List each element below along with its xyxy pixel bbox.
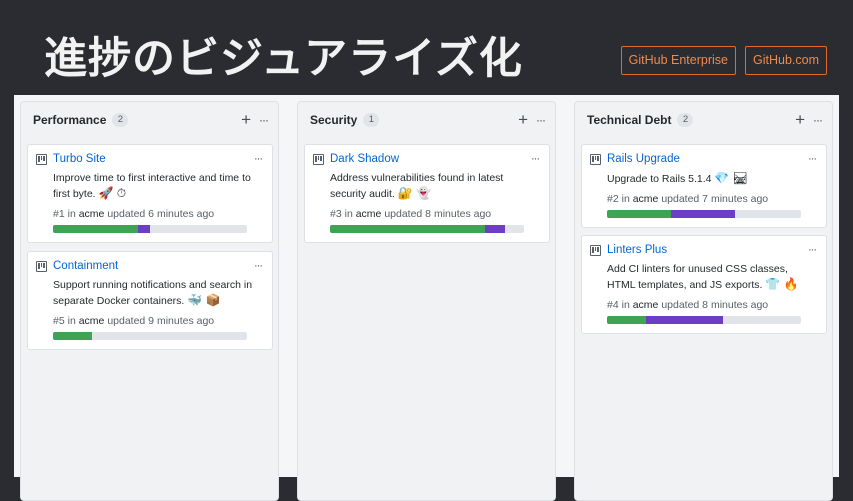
card-count-badge: 1: [363, 112, 380, 127]
column-performance: Performance 2 + ··· Turbo Site ··· Impro…: [20, 101, 279, 501]
plus-icon[interactable]: +: [241, 111, 251, 128]
card-more-icon[interactable]: ···: [254, 260, 263, 272]
slide-title: 進捗のビジュアライズ化: [44, 34, 523, 84]
progress-done: [53, 332, 92, 340]
emoji-rocket-stopwatch: 🚀 ⏱: [98, 186, 127, 200]
tag-github-com: GitHub.com: [745, 46, 827, 75]
progress-bar: [53, 225, 247, 233]
progress-in-progress: [671, 210, 736, 218]
project-icon: [313, 153, 324, 165]
column-header: Security 1 + ···: [298, 102, 555, 137]
project-icon: [36, 260, 47, 272]
card-meta: #3 in acme updated 8 minutes ago: [330, 208, 492, 220]
column-header: Performance 2 + ···: [21, 102, 278, 137]
repo-link[interactable]: acme: [79, 315, 105, 327]
column-technical-debt: Technical Debt 2 + ··· Rails Upgrade ···…: [574, 101, 833, 501]
card-title-link[interactable]: Containment: [53, 260, 254, 272]
column-title: Performance: [33, 112, 107, 127]
progress-in-progress: [138, 225, 150, 233]
card-count-badge: 2: [112, 112, 129, 127]
card-more-icon[interactable]: ···: [254, 153, 263, 165]
progress-in-progress: [485, 225, 505, 233]
progress-done: [607, 316, 646, 324]
card-title-link[interactable]: Rails Upgrade: [607, 153, 808, 165]
emoji-lock-ghost: 🔐 👻: [397, 186, 431, 200]
card-meta: #2 in acme updated 7 minutes ago: [607, 193, 769, 205]
card-more-icon[interactable]: ···: [531, 153, 540, 165]
progress-in-progress: [645, 316, 724, 324]
progress-bar: [607, 316, 801, 324]
product-tags: GitHub Enterprise GitHub.com: [620, 46, 827, 75]
card-description: Improve time to first interactive and ti…: [53, 172, 251, 200]
more-icon[interactable]: ···: [813, 113, 823, 127]
progress-done: [53, 225, 139, 233]
progress-done: [607, 210, 672, 218]
progress-bar: [53, 332, 247, 340]
emoji-gem-railway: 💎 🛤: [714, 171, 748, 185]
repo-link[interactable]: acme: [633, 193, 659, 205]
progress-done: [330, 225, 486, 233]
more-icon[interactable]: ···: [259, 113, 269, 127]
card-description: Address vulnerabilities found in latest …: [330, 172, 504, 200]
card-title-link[interactable]: Dark Shadow: [330, 153, 531, 165]
card-description: Upgrade to Rails 5.1.4 💎 🛤: [607, 171, 748, 185]
tag-github-enterprise: GitHub Enterprise: [620, 46, 736, 75]
project-icon: [590, 153, 601, 165]
card-meta: #5 in acme updated 9 minutes ago: [53, 315, 215, 327]
column-header: Technical Debt 2 + ···: [575, 102, 832, 137]
project-icon: [590, 244, 601, 256]
project-icon: [36, 153, 47, 165]
repo-link[interactable]: acme: [633, 299, 659, 311]
progress-bar: [330, 225, 524, 233]
emoji-shirt-fire: 👕 🔥: [765, 277, 799, 291]
column-security: Security 1 + ··· Dark Shadow ··· Address…: [297, 101, 556, 501]
card-count-badge: 2: [677, 112, 694, 127]
column-title: Security: [310, 112, 358, 127]
repo-link[interactable]: acme: [79, 208, 105, 220]
card-description: Support running notifications and search…: [53, 279, 253, 307]
progress-bar: [607, 210, 801, 218]
project-board: Performance 2 + ··· Turbo Site ··· Impro…: [14, 95, 839, 501]
card-containment[interactable]: Containment ··· Support running notifica…: [27, 251, 273, 350]
plus-icon[interactable]: +: [518, 111, 528, 128]
card-description: Add CI linters for unused CSS classes, H…: [607, 263, 799, 291]
card-more-icon[interactable]: ···: [808, 153, 817, 165]
card-more-icon[interactable]: ···: [808, 244, 817, 256]
repo-link[interactable]: acme: [356, 208, 382, 220]
card-meta: #4 in acme updated 8 minutes ago: [607, 299, 769, 311]
card-title-link[interactable]: Turbo Site: [53, 153, 254, 165]
emoji-whale-package: 🐳 📦: [187, 293, 221, 307]
card-turbo-site[interactable]: Turbo Site ··· Improve time to first int…: [27, 144, 273, 243]
card-linters-plus[interactable]: Linters Plus ··· Add CI linters for unus…: [581, 235, 827, 334]
card-title-link[interactable]: Linters Plus: [607, 244, 808, 256]
card-rails-upgrade[interactable]: Rails Upgrade ··· Upgrade to Rails 5.1.4…: [581, 144, 827, 228]
column-title: Technical Debt: [587, 112, 672, 127]
card-meta: #1 in acme updated 6 minutes ago: [53, 208, 215, 220]
card-dark-shadow[interactable]: Dark Shadow ··· Address vulnerabilities …: [304, 144, 550, 243]
plus-icon[interactable]: +: [795, 111, 805, 128]
more-icon[interactable]: ···: [536, 113, 546, 127]
